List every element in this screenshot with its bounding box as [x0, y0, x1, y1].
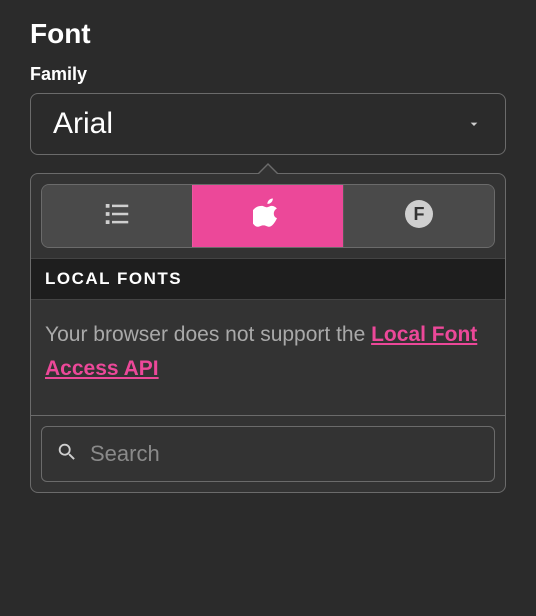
search-icon — [56, 441, 78, 468]
list-icon — [102, 199, 132, 234]
svg-text:F: F — [414, 204, 425, 224]
font-popover: F LOCAL FONTS Your browser does not supp… — [30, 173, 506, 493]
tab-font-badge[interactable]: F — [343, 185, 494, 247]
local-fonts-message: Your browser does not support the Local … — [31, 300, 505, 415]
search-input[interactable] — [90, 441, 480, 467]
tab-apple[interactable] — [192, 185, 343, 247]
popover-arrow — [257, 163, 279, 174]
message-text: Your browser does not support the — [45, 323, 371, 346]
apple-icon — [253, 197, 283, 236]
family-label: Family — [30, 64, 506, 85]
section-title: Font — [30, 18, 506, 50]
family-select-value: Arial — [53, 107, 113, 141]
local-fonts-header: LOCAL FONTS — [31, 258, 505, 300]
font-badge-icon: F — [403, 198, 435, 235]
font-source-tabs: F — [41, 184, 495, 248]
segmented-wrap: F — [31, 174, 505, 258]
chevron-down-icon — [465, 115, 483, 133]
search-field[interactable] — [41, 426, 495, 482]
font-panel: Font Family Arial — [0, 0, 536, 511]
search-wrap — [31, 416, 505, 492]
family-select[interactable]: Arial — [30, 93, 506, 155]
tab-list[interactable] — [42, 185, 192, 247]
font-popover-wrap: F LOCAL FONTS Your browser does not supp… — [30, 173, 506, 493]
